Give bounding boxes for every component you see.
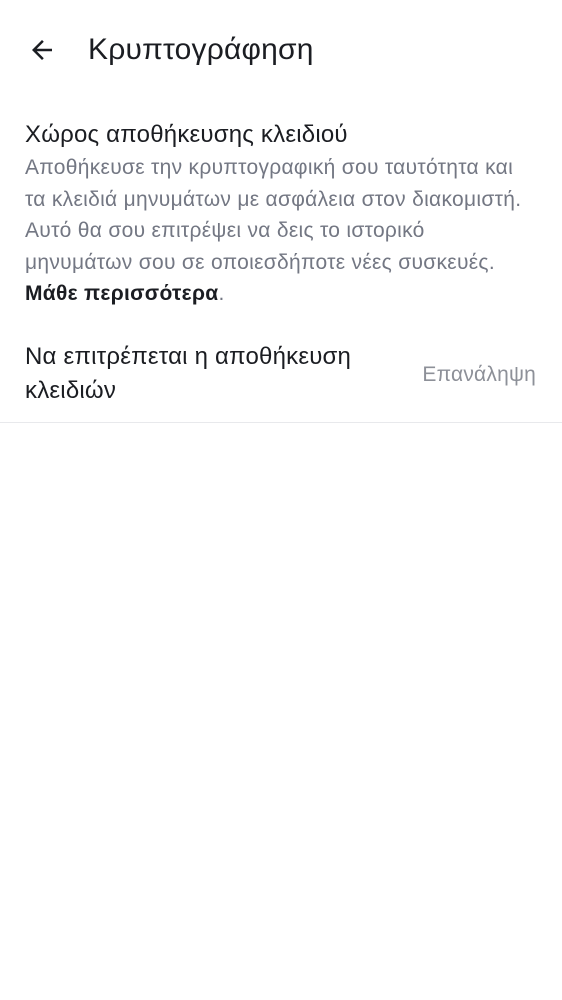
allow-key-storage-row[interactable]: Να επιτρέπεται η αποθήκευση κλειδιών Επα… (0, 338, 562, 423)
retry-button[interactable]: Επανάληψη (422, 360, 536, 390)
key-storage-title: Χώρος αποθήκευσης κλειδιού (25, 121, 348, 148)
arrow-left-icon (32, 40, 52, 60)
key-storage-description-text: Αποθήκευσε την κρυπτογραφική σου ταυτότη… (25, 156, 522, 274)
learn-more-link[interactable]: Μάθε περισσότερα (25, 282, 218, 305)
allow-key-storage-label: Να επιτρέπεται η αποθήκευση κλειδιών (25, 343, 352, 404)
back-button[interactable] (18, 26, 66, 74)
key-storage-section: Χώρος αποθήκευσης κλειδιού Αποθήκευσε τη… (25, 119, 537, 310)
description-period: . (218, 282, 225, 305)
key-storage-description: Αποθήκευσε την κρυπτογραφική σου ταυτότη… (25, 152, 537, 310)
app-bar: Κρυπτογράφηση (0, 0, 562, 100)
page-title: Κρυπτογράφηση (88, 33, 314, 66)
